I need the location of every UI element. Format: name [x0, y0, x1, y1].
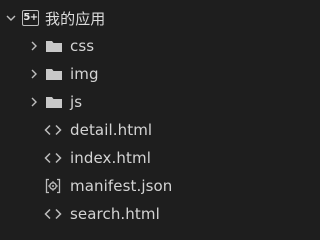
file-label: detail.html [70, 121, 153, 139]
folder-icon [45, 67, 63, 81]
uniapp-project-icon: 5+ [22, 10, 39, 26]
code-icon [44, 206, 62, 222]
file-item-index-html[interactable]: index.html [0, 144, 254, 172]
file-item-detail-html[interactable]: detail.html [0, 116, 254, 144]
chevron-down-icon[interactable] [4, 11, 18, 25]
folder-item-css[interactable]: css [0, 32, 254, 60]
folder-label: css [70, 37, 95, 55]
file-label: index.html [70, 149, 151, 167]
code-icon [44, 122, 62, 138]
chevron-right-icon[interactable] [27, 39, 41, 53]
folder-item-img[interactable]: img [0, 60, 254, 88]
chevron-right-icon[interactable] [27, 67, 41, 81]
file-label: manifest.json [70, 177, 173, 195]
folder-icon [45, 95, 63, 109]
code-icon [44, 150, 62, 166]
chevron-right-icon[interactable] [27, 95, 41, 109]
file-explorer-tree: 5+ 我的应用 css img js detail.html index.htm… [0, 0, 254, 240]
folder-label: js [70, 93, 83, 111]
folder-item-js[interactable]: js [0, 88, 254, 116]
gear-file-icon [44, 178, 62, 194]
folder-label: img [70, 65, 99, 83]
file-item-manifest-json[interactable]: manifest.json [0, 172, 254, 200]
project-name: 我的应用 [45, 9, 106, 28]
project-root-row[interactable]: 5+ 我的应用 [0, 4, 254, 32]
file-item-search-html[interactable]: search.html [0, 200, 254, 228]
file-label: search.html [70, 205, 160, 223]
folder-icon [45, 39, 63, 53]
